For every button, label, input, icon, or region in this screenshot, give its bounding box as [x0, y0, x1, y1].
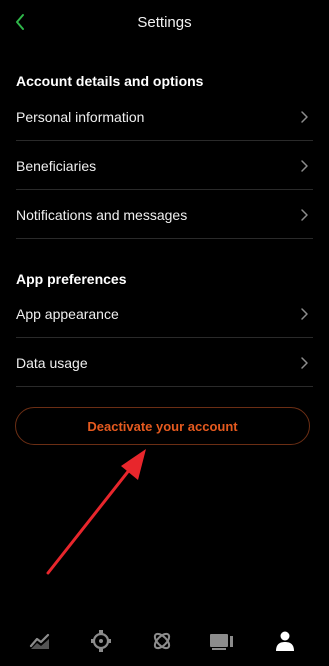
settings-item-label: Personal information	[16, 108, 145, 125]
tab-profile[interactable]	[268, 624, 302, 658]
settings-item-label: App appearance	[16, 305, 119, 322]
divider	[16, 238, 313, 239]
settings-item-personal-information[interactable]: Personal information	[0, 92, 329, 141]
orbit-icon	[153, 632, 171, 650]
chevron-right-icon	[301, 110, 308, 123]
settings-item-notifications[interactable]: Notifications and messages	[0, 190, 329, 239]
cards-icon	[210, 634, 233, 650]
settings-item-app-appearance[interactable]: App appearance	[0, 289, 329, 338]
settings-item-label: Data usage	[16, 354, 88, 371]
gear-watch-icon	[91, 630, 111, 652]
chart-line-icon	[29, 633, 50, 649]
divider	[16, 386, 313, 387]
tab-explore[interactable]	[145, 624, 179, 658]
chevron-right-icon	[301, 159, 308, 172]
bottom-tab-bar	[0, 616, 329, 666]
section-title-app-preferences: App preferences	[16, 271, 127, 287]
tab-cards[interactable]	[205, 624, 239, 658]
settings-item-data-usage[interactable]: Data usage	[0, 338, 329, 387]
settings-item-label: Beneficiaries	[16, 157, 97, 174]
tab-markets[interactable]	[23, 624, 57, 658]
settings-item-label: Notifications and messages	[16, 206, 188, 223]
tab-watch[interactable]	[84, 624, 118, 658]
person-icon	[276, 631, 294, 651]
header: Settings	[0, 0, 329, 48]
settings-item-beneficiaries[interactable]: Beneficiaries	[0, 141, 329, 190]
chevron-right-icon	[301, 307, 308, 320]
section-title-account: Account details and options	[16, 73, 204, 89]
chevron-right-icon	[301, 208, 308, 221]
deactivate-account-button[interactable]: Deactivate your account	[15, 407, 310, 445]
deactivate-account-label: Deactivate your account	[87, 418, 238, 434]
page-title: Settings	[137, 14, 192, 31]
chevron-right-icon	[301, 356, 308, 369]
